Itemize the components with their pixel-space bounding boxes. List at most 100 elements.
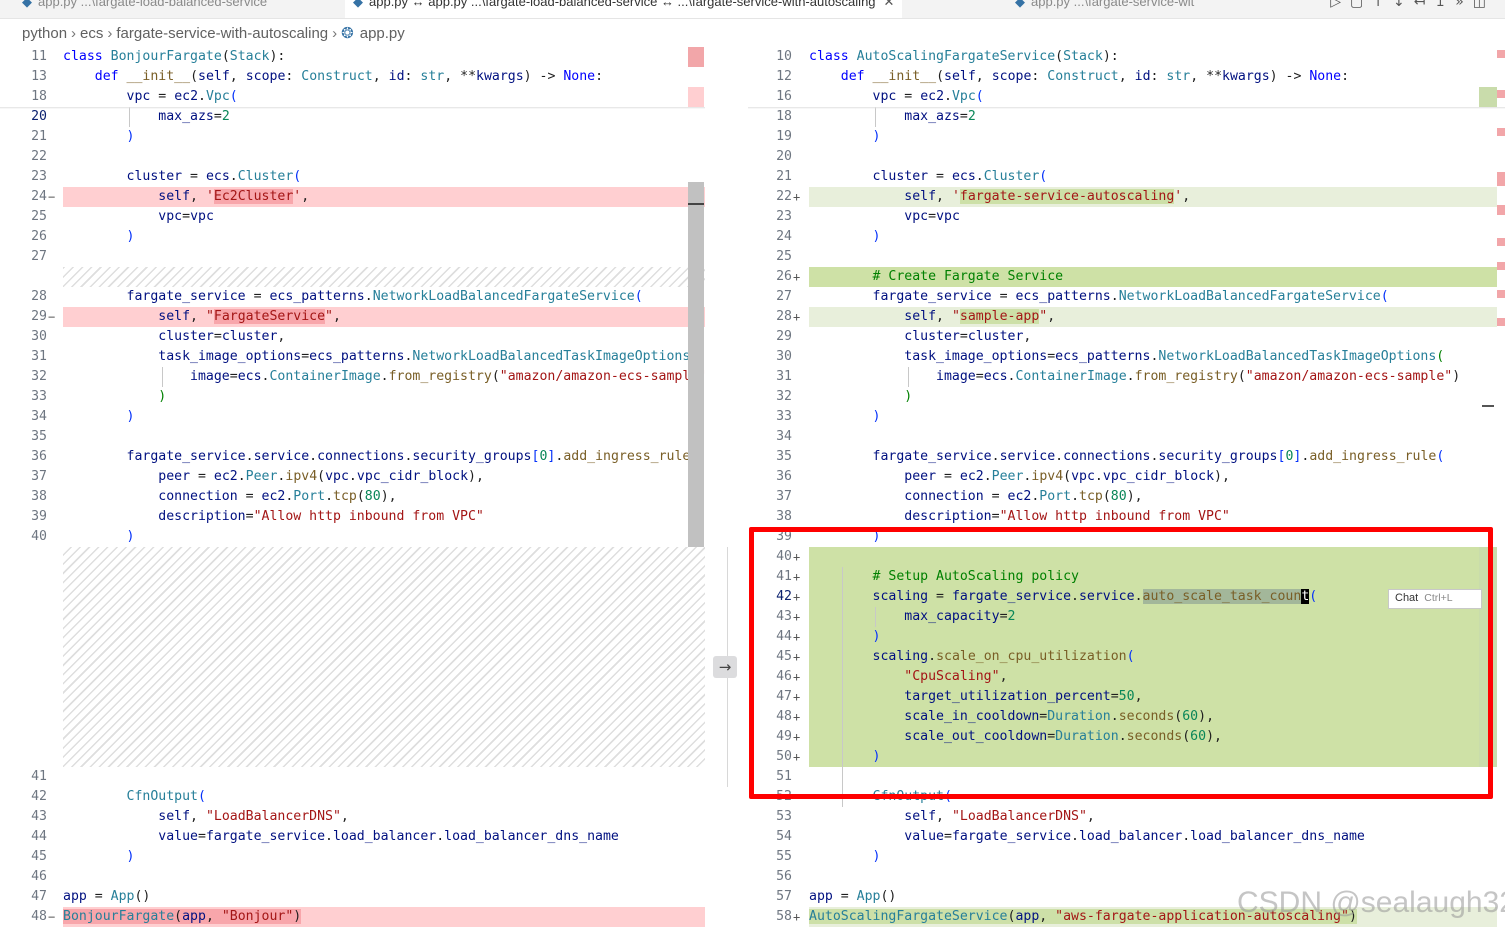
- stage-icon[interactable]: ↥: [1434, 0, 1455, 10]
- code-text[interactable]: vpc=vpc: [809, 207, 960, 227]
- code-line[interactable]: 53 self, "LoadBalancerDNS",: [748, 807, 1505, 827]
- diff-modified-pane[interactable]: 10 class AutoScalingFargateService(Stack)…: [748, 47, 1505, 932]
- code-text[interactable]: fargate_service.service.connections.secu…: [809, 447, 1445, 467]
- code-line[interactable]: 23 cluster = ecs.Cluster(: [0, 167, 705, 187]
- code-text[interactable]: fargate_service.service.connections.secu…: [63, 447, 699, 467]
- run-icon[interactable]: ▷: [1330, 0, 1350, 10]
- code-text[interactable]: self, "LoadBalancerDNS",: [809, 807, 1095, 827]
- code-text[interactable]: peer = ec2.Peer.ipv4(vpc.vpc_cidr_block)…: [809, 467, 1230, 487]
- code-line[interactable]: 40 ): [0, 527, 705, 547]
- code-text[interactable]: value=fargate_service.load_balancer.load…: [809, 827, 1365, 847]
- code-text[interactable]: self, "LoadBalancerDNS",: [63, 807, 349, 827]
- tab-diff-app-py[interactable]: ◆ app.py ↔ app.py ...\fargate-load-balanc…: [345, 0, 903, 18]
- code-line[interactable]: 32 ): [748, 387, 1505, 407]
- code-text[interactable]: cluster=cluster,: [63, 327, 285, 347]
- code-line[interactable]: 22: [0, 147, 705, 167]
- more-actions-icon[interactable]: »: [1455, 0, 1473, 10]
- code-text[interactable]: connection = ec2.Port.tcp(80),: [63, 487, 396, 507]
- split-editor-icon[interactable]: ◫: [1473, 0, 1495, 10]
- code-text[interactable]: self, 'fargate-service-autoscaling',: [809, 187, 1190, 207]
- code-text[interactable]: ): [809, 127, 881, 147]
- code-text[interactable]: def __init__(self, scope: Construct, id:…: [63, 67, 603, 87]
- code-line[interactable]: 18 max_azs=2: [748, 107, 1505, 127]
- code-line[interactable]: 34: [748, 427, 1505, 447]
- code-text[interactable]: description="Allow http inbound from VPC…: [63, 507, 484, 527]
- code-text[interactable]: value=fargate_service.load_balancer.load…: [63, 827, 619, 847]
- code-line[interactable]: 46: [0, 867, 705, 887]
- code-line[interactable]: 55 ): [748, 847, 1505, 867]
- code-line[interactable]: 10 class AutoScalingFargateService(Stack)…: [748, 47, 1505, 67]
- open-file-icon[interactable]: ▢: [1350, 0, 1372, 10]
- code-text[interactable]: task_image_options=ecs_patterns.NetworkL…: [809, 347, 1444, 367]
- code-line[interactable]: 30 cluster=cluster,: [0, 327, 705, 347]
- code-line[interactable]: 16 vpc = ec2.Vpc(: [748, 87, 1505, 107]
- code-text[interactable]: ): [63, 527, 135, 547]
- breadcrumb-item[interactable]: fargate-service-with-autoscaling: [116, 25, 328, 42]
- breadcrumb-item[interactable]: ecs: [80, 25, 103, 42]
- code-line[interactable]: 43 self, "LoadBalancerDNS",: [0, 807, 705, 827]
- code-text[interactable]: cluster = ecs.Cluster(: [809, 167, 1048, 187]
- code-line[interactable]: 34 ): [0, 407, 705, 427]
- code-line[interactable]: 37 peer = ec2.Peer.ipv4(vpc.vpc_cidr_blo…: [0, 467, 705, 487]
- code-line[interactable]: 35: [0, 427, 705, 447]
- code-text[interactable]: cluster = ecs.Cluster(: [63, 167, 302, 187]
- code-line[interactable]: 23 vpc=vpc: [748, 207, 1505, 227]
- code-line[interactable]: 38 connection = ec2.Port.tcp(80),: [0, 487, 705, 507]
- code-line[interactable]: 27 fargate_service = ecs_patterns.Networ…: [748, 287, 1505, 307]
- code-text[interactable]: fargate_service = ecs_patterns.NetworkLo…: [63, 287, 643, 307]
- code-text[interactable]: ): [809, 387, 912, 407]
- code-text[interactable]: ): [63, 227, 135, 247]
- code-text[interactable]: vpc = ec2.Vpc(: [809, 87, 984, 107]
- revert-icon[interactable]: ↤: [1414, 0, 1435, 10]
- code-line[interactable]: 25 vpc=vpc: [0, 207, 705, 227]
- code-line[interactable]: 32 image=ecs.ContainerImage.from_registr…: [0, 367, 705, 387]
- code-line[interactable]: 12 def __init__(self, scope: Construct, …: [748, 67, 1505, 87]
- code-line[interactable]: 20 max_azs=2: [0, 107, 705, 127]
- code-line[interactable]: 31 image=ecs.ContainerImage.from_registr…: [748, 367, 1505, 387]
- code-text[interactable]: task_image_options=ecs_patterns.NetworkL…: [63, 347, 698, 367]
- code-line[interactable]: 24− self, 'Ec2Cluster',: [0, 187, 705, 207]
- code-line[interactable]: 27: [0, 247, 705, 267]
- code-text[interactable]: max_azs=2: [63, 107, 229, 127]
- diff-original-pane[interactable]: 11 class BonjourFargate(Stack): 13 def __i…: [0, 47, 705, 932]
- code-text[interactable]: connection = ec2.Port.tcp(80),: [809, 487, 1142, 507]
- code-line[interactable]: 41: [0, 767, 705, 787]
- code-text[interactable]: description="Allow http inbound from VPC…: [809, 507, 1230, 527]
- code-text[interactable]: fargate_service = ecs_patterns.NetworkLo…: [809, 287, 1389, 307]
- code-text[interactable]: app = App(): [63, 887, 150, 907]
- left-scrollbar-thumb[interactable]: [688, 182, 704, 547]
- code-line[interactable]: 47 app = App(): [0, 887, 705, 907]
- code-line[interactable]: 45 ): [0, 847, 705, 867]
- code-line[interactable]: 39 description="Allow http inbound from …: [0, 507, 705, 527]
- code-line[interactable]: 31 task_image_options=ecs_patterns.Netwo…: [0, 347, 705, 367]
- code-line[interactable]: 20: [748, 147, 1505, 167]
- code-line[interactable]: 35 fargate_service.service.connections.s…: [748, 447, 1505, 467]
- previous-change-icon[interactable]: ↑: [1372, 0, 1393, 10]
- chat-hint[interactable]: Chat Ctrl+L: [1388, 589, 1482, 609]
- code-line[interactable]: 21 cluster = ecs.Cluster(: [748, 167, 1505, 187]
- code-text[interactable]: ): [63, 387, 166, 407]
- code-line[interactable]: 19 ): [748, 127, 1505, 147]
- code-text[interactable]: BonjourFargate(app, "Bonjour"): [63, 907, 302, 927]
- code-line[interactable]: 33 ): [748, 407, 1505, 427]
- code-text[interactable]: image=ecs.ContainerImage.from_registry("…: [809, 367, 1460, 387]
- code-text[interactable]: cluster=cluster,: [809, 327, 1031, 347]
- code-text[interactable]: max_azs=2: [809, 107, 975, 127]
- code-line[interactable]: 26 ): [0, 227, 705, 247]
- code-line[interactable]: 42 CfnOutput(: [0, 787, 705, 807]
- code-text[interactable]: ): [63, 407, 135, 427]
- next-change-icon[interactable]: ↓: [1393, 0, 1414, 10]
- code-line[interactable]: 54 value=fargate_service.load_balancer.l…: [748, 827, 1505, 847]
- tab-app-py-load-balanced[interactable]: ◆ app.py ...\fargate-load-balanced-servic…: [22, 0, 267, 18]
- code-text[interactable]: class AutoScalingFargateService(Stack):: [809, 47, 1119, 67]
- revert-change-arrow-icon[interactable]: →: [713, 656, 737, 678]
- code-text[interactable]: self, "FargateService",: [63, 307, 341, 327]
- code-line[interactable]: 36 fargate_service.service.connections.s…: [0, 447, 705, 467]
- code-text[interactable]: ): [809, 847, 881, 867]
- code-text[interactable]: app = App(): [809, 887, 896, 907]
- code-text[interactable]: class BonjourFargate(Stack):: [63, 47, 285, 67]
- close-icon[interactable]: ✕: [884, 0, 895, 9]
- code-line[interactable]: 11 class BonjourFargate(Stack):: [0, 47, 705, 67]
- code-line[interactable]: 28 + self, "sample-app",: [748, 307, 1505, 327]
- code-line[interactable]: 30 task_image_options=ecs_patterns.Netwo…: [748, 347, 1505, 367]
